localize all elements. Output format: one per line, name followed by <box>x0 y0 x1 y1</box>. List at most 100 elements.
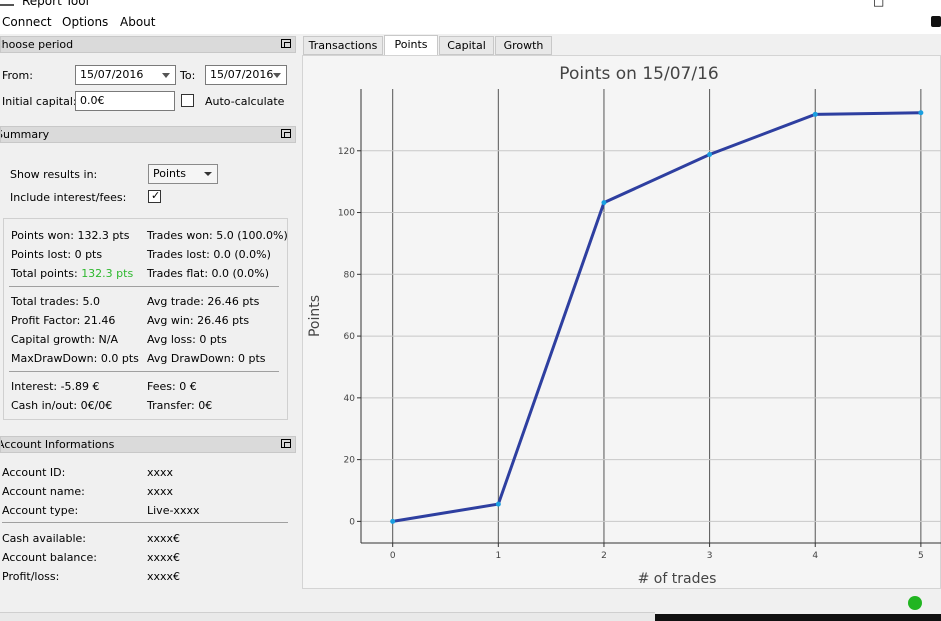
account-header: Account Informations <box>0 436 296 453</box>
title-bar: Report Tool □ <box>0 0 941 12</box>
tab-growth[interactable]: Growth <box>495 36 552 55</box>
trades-won: Trades won: 5.0 (100.0%) <box>147 229 288 242</box>
profit-factor: Profit Factor: 21.46 <box>11 314 116 327</box>
y-tick-label: 0 <box>349 517 355 527</box>
avg-trade: Avg trade: 26.46 pts <box>147 295 260 308</box>
avg-win: Avg win: 26.46 pts <box>147 314 250 327</box>
divider <box>9 286 279 287</box>
total-points-value: 132.3 pts <box>81 267 134 280</box>
total-trades: Total trades: 5.0 <box>11 295 100 308</box>
avg-loss: Avg loss: 0 pts <box>147 333 227 346</box>
capital-growth: Capital growth: N/A <box>11 333 119 346</box>
y-tick-label: 40 <box>344 394 356 404</box>
to-label: To: <box>180 69 196 82</box>
choose-period-title: Choose period <box>0 38 74 51</box>
y-tick-label: 120 <box>338 147 355 157</box>
show-results-select[interactable]: Points <box>148 164 218 184</box>
undock-icon[interactable] <box>281 439 291 448</box>
data-point <box>707 151 713 157</box>
points-won: Points won: 132.3 pts <box>11 229 130 242</box>
cash-available-label: Cash available: <box>2 532 86 545</box>
account-balance-label: Account balance: <box>2 551 97 564</box>
points-lost: Points lost: 0 pts <box>11 248 103 261</box>
y-tick-label: 20 <box>344 456 356 466</box>
from-label: From: <box>2 69 33 82</box>
account-title: Account Informations <box>0 438 115 451</box>
tab-transactions[interactable]: Transactions <box>303 36 383 55</box>
x-tick-label: 3 <box>707 551 713 561</box>
interest: Interest: -5.89 € <box>11 380 100 393</box>
menu-options[interactable]: Options <box>62 15 108 29</box>
account-id-value: xxxx <box>147 466 174 479</box>
data-point <box>390 518 396 524</box>
y-tick-label: 100 <box>338 209 355 219</box>
choose-period-header: Choose period <box>0 36 296 53</box>
total-points-label: Total points: <box>11 267 78 280</box>
auto-calculate-label: Auto-calculate <box>205 95 285 108</box>
account-id-label: Account ID: <box>2 466 66 479</box>
initial-capital-input[interactable]: 0.0€ <box>75 91 175 111</box>
menu-connect[interactable]: Connect <box>2 15 52 29</box>
data-point <box>495 501 501 507</box>
to-date-value: 15/07/2016 <box>210 68 274 81</box>
account-balance-value: xxxx€ <box>147 551 181 564</box>
chart-panel: Points on 15/07/16 0 1 2 3 4 5 0 20 40 60 80 100 120… <box>302 55 941 589</box>
app-icon <box>0 0 14 6</box>
summary-header: Summary <box>0 126 296 143</box>
tab-capital[interactable]: Capital <box>439 36 494 55</box>
avg-drawdown: Avg DrawDown: 0 pts <box>147 352 266 365</box>
show-results-value: Points <box>153 167 187 180</box>
x-axis-label: # of trades <box>638 571 717 587</box>
chevron-down-icon <box>273 73 281 78</box>
to-date-picker[interactable]: 15/07/2016 <box>205 65 287 85</box>
divider <box>2 522 288 523</box>
initial-capital-label: Initial capital: <box>2 95 77 108</box>
y-tick-label: 60 <box>344 332 356 342</box>
results-box: Points won: 132.3 pts Points lost: 0 pts… <box>3 218 288 420</box>
profit-loss-label: Profit/loss: <box>2 570 60 583</box>
divider <box>9 371 279 372</box>
undock-icon[interactable] <box>281 39 291 48</box>
include-interest-checkbox[interactable]: ✓ <box>148 190 161 203</box>
include-interest-label: Include interest/fees: <box>10 191 127 204</box>
account-name-value: xxxx <box>147 485 174 498</box>
from-date-picker[interactable]: 15/07/2016 <box>75 65 176 85</box>
chevron-down-icon <box>162 73 170 78</box>
account-type-value: Live-xxxx <box>147 504 200 517</box>
summary-title: Summary <box>0 128 50 141</box>
data-point <box>601 200 607 206</box>
x-tick-label: 4 <box>812 551 818 561</box>
x-tick-label: 0 <box>390 551 396 561</box>
y-axis-label: Points <box>307 295 323 337</box>
points-chart: 0 1 2 3 4 5 0 20 40 60 80 100 120 # of trades Points <box>307 89 941 587</box>
auto-calculate-checkbox[interactable] <box>181 94 194 107</box>
undock-icon[interactable] <box>281 129 291 138</box>
data-point <box>812 111 818 117</box>
fees: Fees: 0 € <box>147 380 197 393</box>
total-points: Total points: 132.3 pts <box>11 267 133 280</box>
x-tick-label: 2 <box>601 551 607 561</box>
menu-bar: Connect Options About <box>0 12 941 34</box>
tab-points[interactable]: Points <box>384 35 438 56</box>
account-type-label: Account type: <box>2 504 79 517</box>
x-tick-label: 5 <box>918 551 924 561</box>
show-results-label: Show results in: <box>10 168 98 181</box>
profit-loss-value: xxxx€ <box>147 570 181 583</box>
transfer: Transfer: 0€ <box>147 399 213 412</box>
account-name-label: Account name: <box>2 485 85 498</box>
from-date-value: 15/07/2016 <box>80 68 144 81</box>
max-drawdown: MaxDrawDown: 0.0 pts <box>11 352 139 365</box>
camera-icon[interactable] <box>931 16 941 27</box>
window-title: Report Tool <box>22 0 89 8</box>
chevron-down-icon <box>204 172 212 176</box>
menu-about[interactable]: About <box>120 15 155 29</box>
checkmark-icon: ✓ <box>151 189 161 202</box>
taskbar-strip <box>0 612 655 621</box>
cash-available-value: xxxx€ <box>147 532 181 545</box>
cash-in-out: Cash in/out: 0€/0€ <box>11 399 113 412</box>
maximize-icon[interactable]: □ <box>873 0 884 8</box>
trades-lost: Trades lost: 0.0 (0.0%) <box>147 248 271 261</box>
y-tick-label: 80 <box>344 270 356 280</box>
data-point <box>918 110 924 116</box>
taskbar-dark <box>655 614 941 621</box>
